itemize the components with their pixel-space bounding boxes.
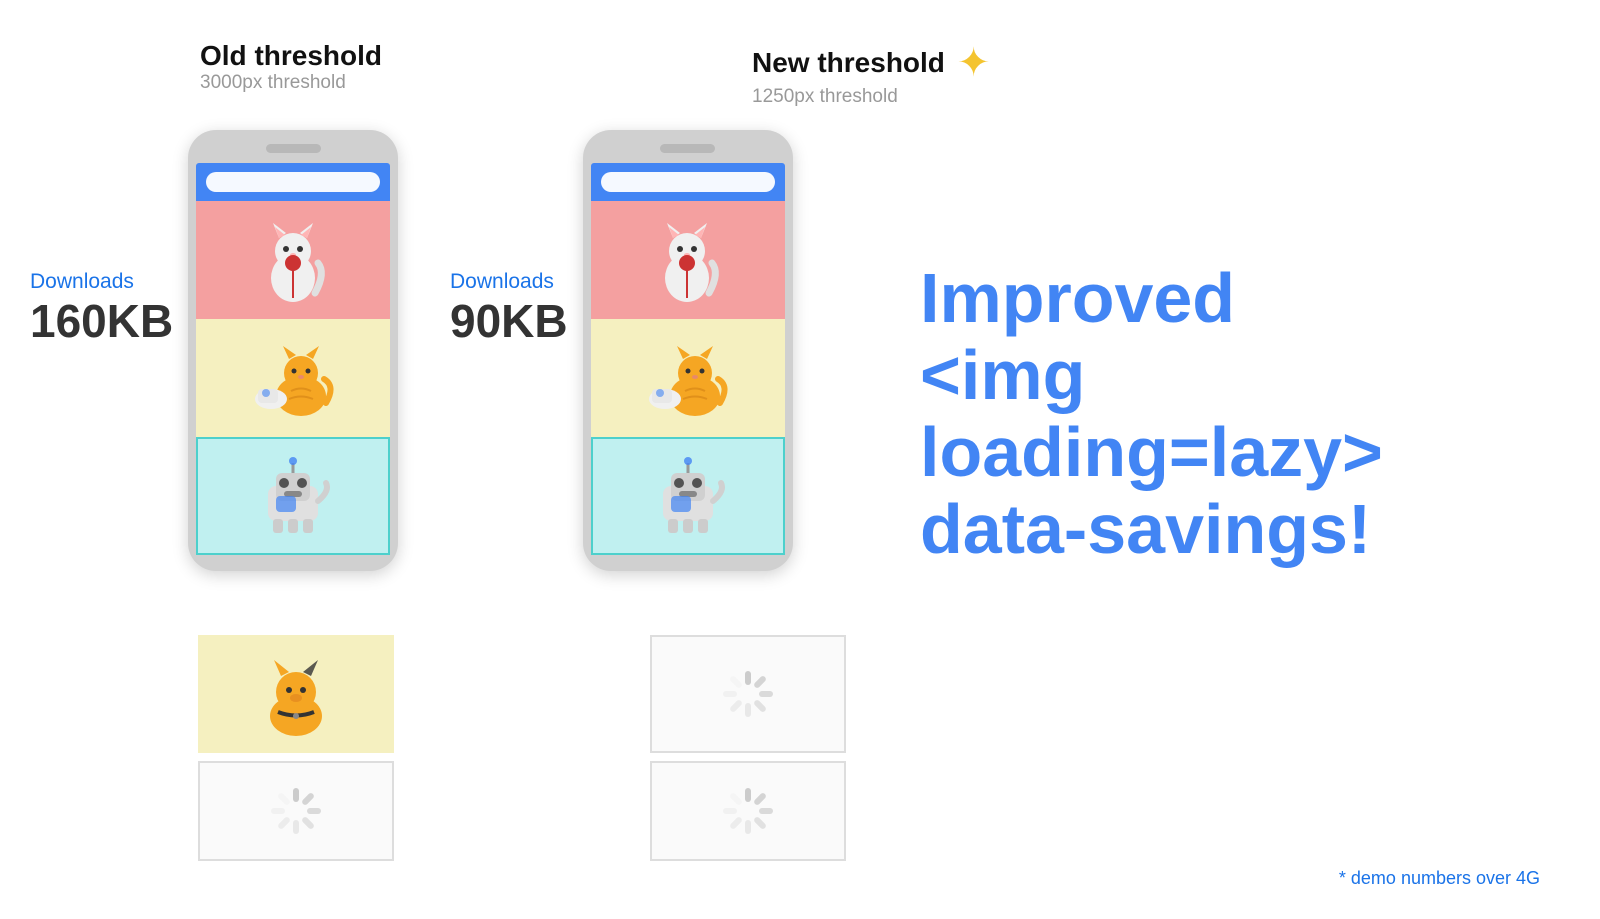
old-threshold-subtitle: 3000px threshold <box>200 72 382 94</box>
new-phone-mockup <box>583 130 793 571</box>
new-img-1 <box>591 201 785 319</box>
old-loading-card <box>198 761 394 861</box>
new-threshold-subtitle: 1250px threshold <box>752 86 990 108</box>
new-outside-card-1 <box>650 635 846 753</box>
old-downloads-size: 160KB <box>30 294 173 348</box>
improved-line1: Improved <box>920 260 1560 337</box>
new-threshold-title: New threshold <box>752 47 945 79</box>
old-downloads-info: Downloads 160KB <box>30 270 173 348</box>
old-img-1 <box>196 201 390 319</box>
old-phone-mockup <box>188 130 398 571</box>
improved-text-block: Improved <img loading=lazy> data-savings… <box>920 260 1560 568</box>
old-img-3 <box>196 437 390 555</box>
new-threshold-header: New threshold ✦ 1250px threshold <box>752 40 990 108</box>
old-img-2 <box>196 319 390 437</box>
phone-notch-new <box>660 144 715 153</box>
old-threshold-title: Old threshold <box>200 40 382 72</box>
new-downloads-info: Downloads 90KB <box>450 270 568 348</box>
improved-line3: data-savings! <box>920 491 1560 568</box>
improved-line2: <img loading=lazy> <box>920 337 1560 491</box>
sparkle-icon: ✦ <box>957 40 991 86</box>
new-img-3 <box>591 437 785 555</box>
new-loading-card <box>650 761 846 861</box>
browser-bar-new <box>591 163 785 201</box>
demo-note: * demo numbers over 4G <box>1339 868 1540 889</box>
phone-notch <box>266 144 321 153</box>
new-downloads-size: 90KB <box>450 294 568 348</box>
old-threshold-header: Old threshold 3000px threshold <box>200 40 382 94</box>
old-outside-card-1 <box>198 635 394 753</box>
old-downloads-label: Downloads <box>30 270 173 294</box>
new-img-2 <box>591 319 785 437</box>
new-downloads-label: Downloads <box>450 270 568 294</box>
browser-bar <box>196 163 390 201</box>
